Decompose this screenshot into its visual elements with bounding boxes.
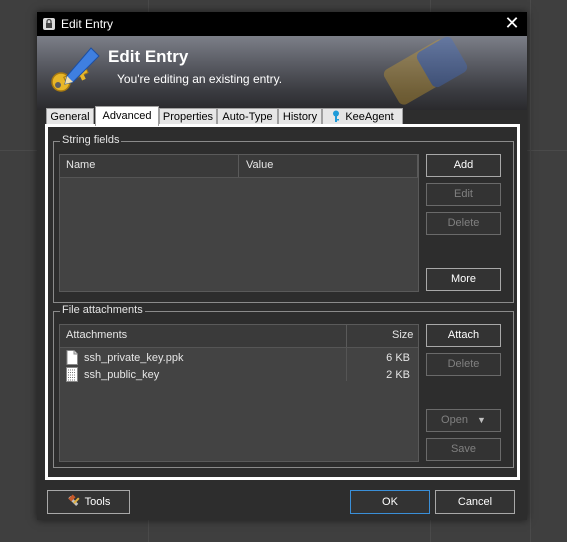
string-fields-legend: String fields bbox=[60, 134, 122, 146]
ok-button[interactable]: OK bbox=[350, 490, 430, 514]
more-button[interactable]: More bbox=[426, 268, 501, 291]
edit-entry-dialog: Edit Entry ✕ Edit Entry You're editing a… bbox=[37, 12, 527, 520]
column-header-value[interactable]: Value bbox=[246, 159, 273, 171]
attachment-name: ssh_public_key bbox=[84, 369, 160, 381]
key-pen-icon bbox=[47, 46, 101, 101]
tab-properties[interactable]: Properties bbox=[159, 108, 217, 125]
tab-label: KeeAgent bbox=[345, 111, 394, 123]
string-fields-list[interactable]: Name Value bbox=[59, 154, 419, 292]
tools-label: Tools bbox=[84, 496, 111, 508]
column-header-name[interactable]: Name bbox=[66, 159, 95, 171]
save-button[interactable]: Save bbox=[426, 438, 501, 461]
tab-label: History bbox=[282, 111, 318, 123]
attachment-size: 6 KB bbox=[386, 352, 410, 364]
tab-general[interactable]: General bbox=[46, 108, 94, 125]
text-file-icon bbox=[66, 367, 78, 385]
tab-keeagent[interactable]: KeeAgent bbox=[322, 108, 403, 125]
chevron-down-icon: ▼ bbox=[477, 415, 486, 425]
attachment-size: 2 KB bbox=[386, 369, 410, 381]
column-header-attachments[interactable]: Attachments bbox=[66, 329, 127, 341]
cancel-button[interactable]: Cancel bbox=[435, 490, 515, 514]
tab-label: General bbox=[50, 111, 90, 123]
background-line bbox=[530, 0, 531, 542]
add-button[interactable]: Add bbox=[426, 154, 501, 177]
column-header-size[interactable]: Size bbox=[392, 329, 413, 341]
open-button[interactable]: Open ▼ bbox=[426, 409, 501, 432]
file-icon bbox=[66, 350, 78, 368]
tools-button[interactable]: Tools bbox=[47, 490, 130, 514]
list-item[interactable]: ssh_private_key.ppk 6 KB bbox=[64, 350, 414, 367]
attachments-list[interactable]: Attachments Size ssh_private_key.ppk 6 K… bbox=[59, 324, 419, 462]
key-watermark-icon bbox=[367, 36, 477, 110]
delete-attachment-button[interactable]: Delete bbox=[426, 353, 501, 376]
close-icon[interactable]: ✕ bbox=[503, 14, 521, 32]
tab-advanced[interactable]: Advanced bbox=[95, 106, 159, 126]
file-attachments-group: File attachments Attachments Size ssh_pr… bbox=[53, 304, 514, 468]
keepass-lock-icon bbox=[42, 17, 56, 34]
column-separator bbox=[346, 325, 347, 347]
tab-auto-type[interactable]: Auto-Type bbox=[217, 108, 278, 125]
advanced-tab-panel: String fields Name Value Add Edit Delete… bbox=[45, 124, 520, 480]
edit-button[interactable]: Edit bbox=[426, 183, 501, 206]
tab-label: Auto-Type bbox=[222, 111, 273, 123]
delete-string-button[interactable]: Delete bbox=[426, 212, 501, 235]
banner-subtitle: You're editing an existing entry. bbox=[117, 72, 283, 86]
tab-label: Properties bbox=[162, 111, 214, 123]
list-header: Name Value bbox=[60, 155, 418, 178]
list-header: Attachments Size bbox=[60, 325, 418, 348]
tab-history[interactable]: History bbox=[278, 108, 322, 125]
open-label: Open bbox=[441, 414, 468, 426]
attachment-name: ssh_private_key.ppk bbox=[84, 352, 184, 364]
column-separator bbox=[417, 155, 418, 177]
file-attachments-legend: File attachments bbox=[60, 304, 145, 316]
title-bar: Edit Entry ✕ bbox=[37, 12, 527, 36]
attach-button[interactable]: Attach bbox=[426, 324, 501, 347]
column-separator bbox=[238, 155, 239, 177]
banner-title: Edit Entry bbox=[108, 47, 189, 66]
tab-label: Advanced bbox=[102, 110, 152, 122]
header-banner: Edit Entry You're editing an existing en… bbox=[37, 36, 527, 110]
tools-icon bbox=[67, 494, 81, 516]
window-title: Edit Entry bbox=[61, 17, 114, 31]
string-fields-group: String fields Name Value Add Edit Delete… bbox=[53, 134, 514, 303]
list-item[interactable]: ssh_public_key 2 KB bbox=[64, 367, 414, 384]
